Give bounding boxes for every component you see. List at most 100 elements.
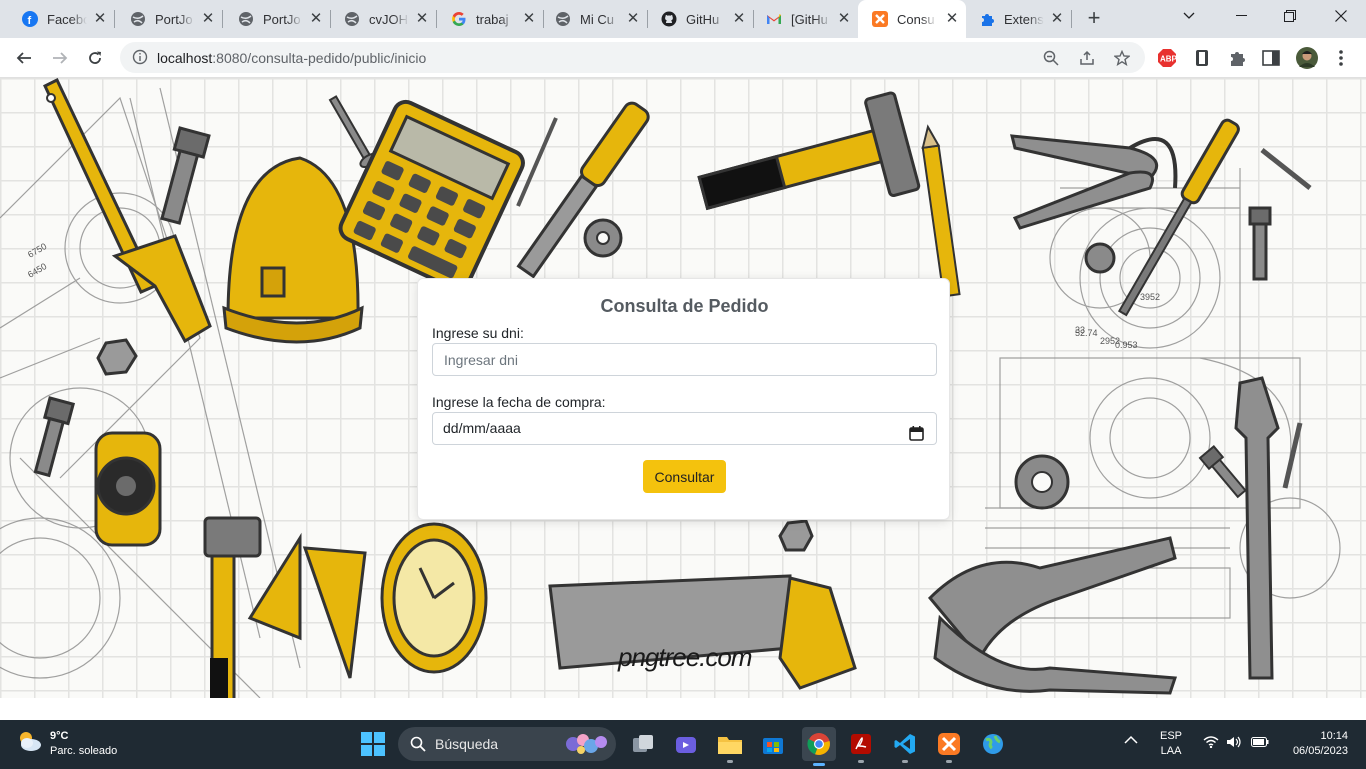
url-text: localhost:8080/consulta-pedido/public/in…	[157, 50, 426, 66]
tab-gmail-github[interactable]: [GitHu ✕	[752, 0, 858, 38]
svg-text:ABP: ABP	[1160, 55, 1177, 64]
github-icon	[661, 11, 677, 27]
close-tab-icon[interactable]: ✕	[521, 11, 537, 27]
acrobat-icon[interactable]	[847, 730, 875, 763]
tab-extensions[interactable]: Extens ✕	[965, 0, 1072, 38]
form-title: Consulta de Pedido	[600, 296, 769, 316]
show-hidden-icons-button[interactable]	[1124, 735, 1138, 750]
close-tab-icon[interactable]: ✕	[308, 11, 324, 27]
tab-title: PortJo	[263, 11, 301, 27]
tab-portjo-2[interactable]: PortJo ✕	[224, 0, 331, 38]
running-indicator	[858, 760, 864, 763]
close-tab-icon[interactable]: ✕	[414, 11, 430, 27]
zoom-icon[interactable]	[1042, 49, 1060, 67]
vscode-icon[interactable]	[891, 730, 919, 763]
globe-icon	[344, 11, 360, 27]
close-tab-icon[interactable]: ✕	[92, 11, 108, 27]
extensions-puzzle-icon[interactable]	[1226, 47, 1248, 69]
close-tab-icon[interactable]: ✕	[836, 11, 852, 27]
search-icon	[410, 736, 426, 757]
address-bar[interactable]: localhost:8080/consulta-pedido/public/in…	[120, 42, 1145, 73]
task-view-icon[interactable]	[629, 730, 657, 758]
reload-button[interactable]	[81, 44, 109, 72]
file-explorer-icon[interactable]	[716, 730, 744, 763]
weather-temp: 9°C	[50, 729, 69, 742]
tab-separator	[1071, 10, 1072, 28]
partly-sunny-icon	[16, 728, 42, 759]
close-tab-icon[interactable]: ✕	[1049, 11, 1065, 27]
tab-consulta-active[interactable]: Consu ✕	[858, 0, 966, 38]
new-tab-button[interactable]: +	[1082, 7, 1106, 31]
tab-title: GitHu	[686, 11, 720, 27]
windows-taskbar: 9°C Parc. soleado Búsqueda ESP LAA 10:14…	[0, 720, 1366, 769]
taskbar-search[interactable]: Búsqueda	[398, 727, 616, 761]
pngtree-watermark: pngtree.com	[617, 642, 752, 672]
close-tab-icon[interactable]: ✕	[731, 11, 747, 27]
google-icon	[451, 11, 467, 27]
language-indicator[interactable]: ESP LAA	[1160, 729, 1182, 759]
close-tab-icon[interactable]: ✕	[944, 11, 960, 27]
tab-title: trabaj	[476, 11, 509, 27]
tab-portjo-1[interactable]: PortJo ✕	[116, 0, 223, 38]
restore-button[interactable]	[1267, 0, 1313, 32]
globe-app-icon[interactable]	[979, 730, 1007, 758]
page-bottom-strip	[0, 698, 1366, 720]
chrome-taskbar-icon[interactable]	[802, 727, 836, 766]
extension-icon[interactable]	[1191, 47, 1213, 69]
forward-button[interactable]	[46, 44, 74, 72]
chrome-menu-icon[interactable]	[1330, 47, 1352, 69]
xampp-taskbar-icon[interactable]	[935, 730, 963, 763]
date-value: dd/mm/aaaa	[443, 420, 521, 436]
tab-facebook[interactable]: f Facebook ✕	[8, 0, 115, 38]
page-viewport: 6750 6450 2952 3952 33 0.953 52.74 pngtr…	[0, 78, 1366, 720]
xampp-icon	[872, 11, 888, 27]
system-clock[interactable]: 10:14 06/05/2023	[1282, 729, 1348, 759]
dni-input[interactable]	[432, 343, 937, 376]
side-panel-icon[interactable]	[1260, 47, 1282, 69]
close-window-button[interactable]	[1318, 0, 1364, 32]
browser-toolbar: localhost:8080/consulta-pedido/public/in…	[0, 38, 1366, 78]
tab-cvjoh[interactable]: cvJOH ✕	[330, 0, 437, 38]
weather-widget[interactable]: 9°C Parc. soleado	[16, 728, 117, 759]
minimize-button[interactable]	[1218, 0, 1264, 32]
tab-title: Extens	[1004, 11, 1044, 27]
language-code: ESP	[1160, 730, 1183, 742]
tab-github[interactable]: GitHu ✕	[647, 0, 754, 38]
adblock-plus-icon[interactable]: ABP	[1156, 47, 1178, 69]
tab-title: Mi Cu	[580, 11, 614, 27]
tab-title: [GitHu	[791, 11, 828, 27]
svg-text:52.74: 52.74	[1075, 328, 1098, 338]
facebook-icon: f	[22, 11, 38, 27]
meet-video-icon[interactable]	[672, 730, 700, 758]
active-indicator	[813, 763, 825, 766]
share-icon[interactable]	[1078, 49, 1096, 67]
purchase-date-input[interactable]: dd/mm/aaaa	[432, 412, 937, 445]
close-tab-icon[interactable]: ✕	[200, 11, 216, 27]
svg-text:3952: 3952	[1140, 292, 1160, 302]
tab-mi-cuenta[interactable]: Mi Cu ✕	[541, 0, 648, 38]
consultar-button[interactable]: Consultar	[643, 460, 726, 493]
calendar-icon[interactable]	[909, 421, 924, 441]
back-button[interactable]	[10, 44, 38, 72]
search-highlight-icon	[563, 730, 611, 763]
site-info-icon[interactable]	[132, 49, 148, 65]
puzzle-icon	[979, 11, 995, 27]
microsoft-store-icon[interactable]	[759, 730, 787, 758]
profile-avatar[interactable]	[1296, 47, 1318, 69]
volume-icon[interactable]	[1226, 736, 1242, 753]
close-tab-icon[interactable]: ✕	[625, 11, 641, 27]
tab-trabajo[interactable]: trabaj ✕	[437, 0, 544, 38]
wifi-icon[interactable]	[1203, 736, 1219, 753]
battery-icon[interactable]	[1251, 737, 1269, 752]
tab-title: Consu	[897, 11, 935, 27]
running-indicator	[946, 760, 952, 763]
windows-start-icon[interactable]	[360, 731, 386, 757]
bookmark-star-icon[interactable]	[1113, 49, 1131, 67]
globe-icon	[555, 11, 571, 27]
weather-desc: Parc. soleado	[50, 744, 118, 757]
svg-text:0.953: 0.953	[1115, 340, 1138, 350]
globe-icon	[130, 11, 146, 27]
url-path: :8080/consulta-pedido/public/inicio	[212, 50, 427, 66]
tab-search-button[interactable]	[1166, 0, 1212, 32]
search-label: Búsqueda	[435, 736, 499, 752]
